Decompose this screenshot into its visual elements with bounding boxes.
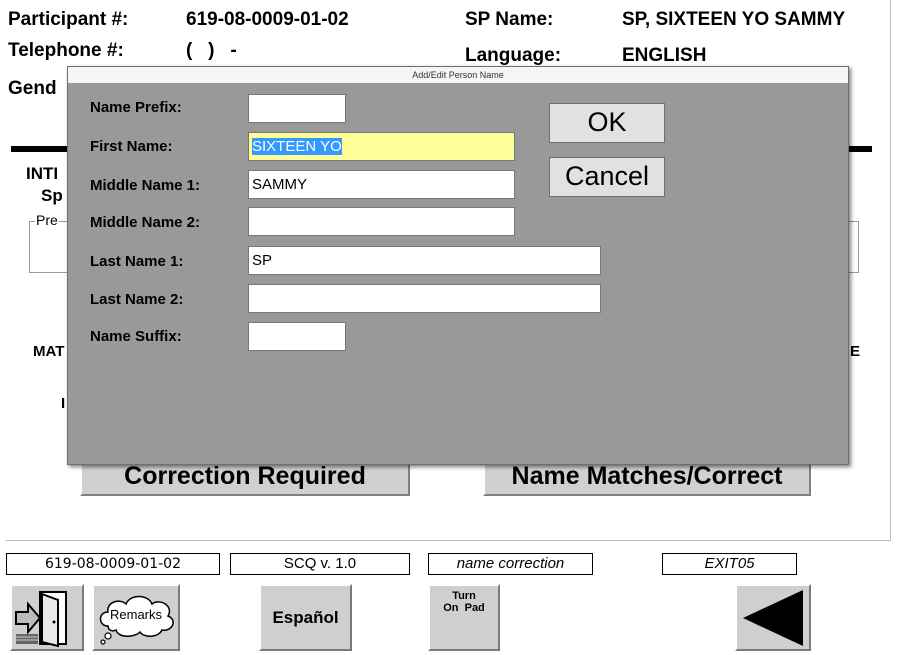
name-suffix-field[interactable] [248,322,346,351]
section-divider-right [848,146,872,152]
last-name-2-field[interactable] [248,284,601,313]
prev-groupbox-right [849,221,859,273]
back-button[interactable] [735,584,811,651]
name-prefix-label: Name Prefix: [90,99,182,116]
first-name-label: First Name: [90,138,173,155]
name-prefix-field[interactable] [248,94,346,123]
exit-button[interactable] [10,584,84,651]
turn-label: Turn [452,590,476,602]
telephone-value: ( ) - [186,40,237,61]
i-label: I [61,395,66,412]
sp-heading: Sp [41,186,63,205]
e-label: E [850,343,861,360]
last-name-2-label: Last Name 2: [90,291,184,308]
participant-label: Participant #: [8,9,129,30]
dialog-title: Add/Edit Person Name [68,67,848,83]
exit-door-icon [15,591,67,648]
on-pad-label: On Pad [443,602,485,614]
language-label: Language: [465,45,562,66]
back-arrow-icon [743,590,803,646]
espanol-button[interactable]: Español [259,584,352,651]
prev-groupbox-label: Pre [35,212,59,228]
middle-name-2-field[interactable] [248,207,515,236]
sp-name-value: SP, SIXTEEN YO SAMMY [622,9,846,30]
first-name-field[interactable]: SIXTEEN YO [248,132,515,161]
prev-groupbox-left [29,221,67,273]
cancel-button[interactable]: Cancel [549,157,665,197]
section-divider-left [11,146,71,152]
gender-label: Gend [8,78,57,99]
intro-heading: INTI [26,164,59,183]
telephone-label: Telephone #: [8,40,124,61]
remarks-button[interactable]: Remarks [92,584,180,651]
name-suffix-label: Name Suffix: [90,328,182,345]
last-name-1-label: Last Name 1: [90,253,184,270]
status-version: SCQ v. 1.0 [230,553,410,575]
status-exit-code: EXIT05 [662,553,797,575]
language-value: ENGLISH [622,45,707,66]
status-participant: 619-08-0009-01-02 [6,553,220,575]
add-edit-person-name-dialog: Add/Edit Person Name Name Prefix: First … [67,66,849,465]
participant-value: 619-08-0009-01-02 [186,9,349,30]
ok-button[interactable]: OK [549,103,665,143]
sp-name-label: SP Name: [465,9,554,30]
remarks-label: Remarks [110,607,163,622]
middle-name-1-label: Middle Name 1: [90,177,201,194]
last-name-1-field[interactable]: SP [248,246,601,275]
middle-name-2-label: Middle Name 2: [90,214,201,231]
status-section: name correction [428,553,593,575]
mat-label: MAT [33,343,65,360]
middle-name-1-field[interactable]: SAMMY [248,170,515,199]
first-name-selected-text: SIXTEEN YO [252,138,342,155]
turn-on-pad-button[interactable]: Turn On Pad [428,584,500,651]
